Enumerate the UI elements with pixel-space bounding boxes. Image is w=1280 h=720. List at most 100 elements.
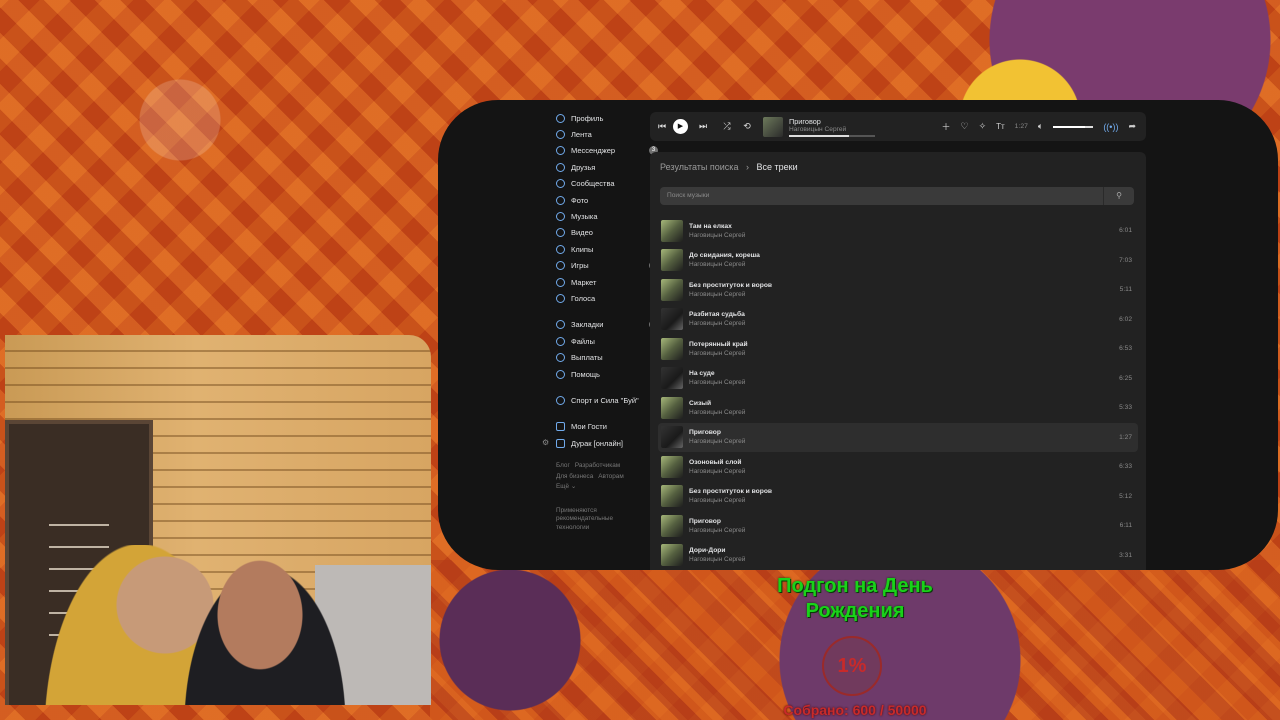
profile-icon: [556, 113, 565, 123]
add-icon[interactable]: ＋: [941, 120, 950, 133]
track-cover[interactable]: [661, 485, 683, 508]
track-cover[interactable]: [661, 544, 683, 567]
shuffle-icon[interactable]: ⤮: [719, 121, 735, 132]
sidebar-item-community[interactable]: Спорт и Сила "Буй": [556, 392, 646, 408]
track-artist[interactable]: Наговицын Сергей: [689, 291, 772, 298]
track-row[interactable]: Дори-Дори Наговицын Сергей 3:31: [658, 541, 1138, 571]
repeat-icon[interactable]: ⟲: [739, 121, 755, 132]
sidebar-item-friends[interactable]: Друзья: [556, 159, 646, 175]
search-icon[interactable]: ⚲: [1103, 187, 1134, 205]
footer-link[interactable]: Для бизнеса: [556, 473, 593, 480]
sidebar-item-video[interactable]: Видео: [556, 225, 646, 241]
track-cover[interactable]: [661, 219, 683, 242]
track-cover[interactable]: [661, 455, 683, 478]
lyrics-icon[interactable]: Tт: [996, 122, 1005, 131]
sidebar-item-games[interactable]: Игры2: [556, 258, 658, 274]
track-row[interactable]: До свидания, кореша Наговицын Сергей 7:03: [658, 246, 1138, 276]
track-artist[interactable]: Наговицын Сергей: [689, 261, 760, 268]
track-artist[interactable]: Наговицын Сергей: [689, 556, 745, 563]
gear-icon[interactable]: ⚙: [542, 438, 549, 447]
search-placeholder: Поиск музыки: [667, 192, 710, 199]
play-button[interactable]: ▶: [673, 119, 688, 134]
track-artist[interactable]: Наговицын Сергей: [689, 379, 745, 386]
dislike-icon[interactable]: ♡: [960, 121, 968, 132]
sidebar-item-communities[interactable]: Сообщества: [556, 176, 646, 192]
track-row[interactable]: Разбитая судьба Наговицын Сергей 6:02: [658, 305, 1138, 335]
nav-gap: [556, 409, 646, 419]
track-row[interactable]: Потерянный край Наговицын Сергей 6:53: [658, 334, 1138, 364]
track-title: Потерянный край: [689, 340, 748, 348]
volume-icon[interactable]: 🔈︎: [1038, 121, 1043, 132]
track-title: Разбитая судьба: [689, 311, 745, 319]
sidebar-item-guests[interactable]: Мои Гости: [556, 419, 646, 435]
track-cover[interactable]: [661, 308, 683, 331]
footer-link[interactable]: Разработчикам: [575, 462, 620, 469]
track-cover[interactable]: [661, 426, 683, 449]
broadcast-icon[interactable]: ((•)): [1103, 122, 1118, 132]
track-artist[interactable]: Наговицын Сергей: [689, 350, 748, 357]
recommend-icon[interactable]: ✧: [979, 121, 987, 132]
track-row[interactable]: Там на елках Наговицын Сергей 6:01: [658, 216, 1138, 246]
sidebar-item-game[interactable]: ⚙ Дурак [онлайн]: [542, 435, 646, 451]
track-artist[interactable]: Наговицын Сергей: [689, 438, 745, 445]
track-title: Там на елках: [689, 222, 732, 230]
footer-link[interactable]: Авторам: [598, 473, 623, 480]
sidebar-item-label: Файлы: [571, 336, 595, 346]
sidebar-item-label: Видео: [571, 228, 593, 238]
sidebar-item-messenger[interactable]: Мессенджер 3: [556, 143, 658, 159]
track-row[interactable]: Приговор Наговицын Сергей 6:11: [658, 511, 1138, 541]
track-row[interactable]: Сизый Наговицын Сергей 5:33: [658, 393, 1138, 423]
track-cover[interactable]: [661, 367, 683, 390]
track-cover[interactable]: [661, 337, 683, 360]
track-artist[interactable]: Наговицын Сергей: [689, 232, 745, 239]
track-artist[interactable]: Наговицын Сергей: [689, 409, 745, 416]
breadcrumb-parent[interactable]: Результаты поиска: [660, 162, 738, 172]
sidebar-item-market[interactable]: Маркет: [556, 274, 646, 290]
sidebar-item-payouts[interactable]: Выплаты: [556, 349, 646, 365]
track-row[interactable]: Озоновый слой Наговицын Сергей 6:33: [658, 452, 1138, 482]
sidebar-item-music[interactable]: Музыка: [556, 208, 646, 224]
track-duration: 5:11: [1119, 286, 1132, 294]
volume-slider[interactable]: [1053, 125, 1094, 128]
sidebar-item-clips[interactable]: Клипы: [556, 241, 646, 257]
track-row[interactable]: Без проституток и воров Наговицын Сергей 5…: [658, 482, 1138, 512]
track-artist[interactable]: Наговицын Сергей: [689, 468, 745, 475]
track-cover[interactable]: [661, 278, 683, 301]
share-icon[interactable]: ➦: [1128, 121, 1136, 132]
sidebar-item-label: Фото: [571, 195, 589, 205]
player-actions: ＋ ♡ ✧ Tт 1:27 🔈︎ ((•)) ➦: [941, 120, 1146, 133]
sidebar-item-feed[interactable]: Лента: [556, 126, 646, 142]
friends-icon: [556, 162, 565, 172]
track-row[interactable]: Без проституток и воров Наговицын Сергей 5…: [658, 275, 1138, 305]
track-row[interactable]: Приговор Наговицын Сергей 1:27: [658, 422, 1138, 452]
sidebar-item-profile[interactable]: Профиль: [556, 110, 646, 126]
sidebar-item-files[interactable]: Файлы: [556, 333, 646, 349]
now-playing-artist[interactable]: Наговицын Сергей: [789, 126, 889, 133]
sidebar-item-votes[interactable]: Голоса: [556, 290, 646, 306]
track-artist[interactable]: Наговицын Сергей: [689, 497, 772, 504]
votes-icon: [556, 293, 565, 303]
sidebar-item-bookmarks[interactable]: Закладки3: [556, 317, 658, 333]
track-row[interactable]: На суде Наговицын Сергей 6:25: [658, 364, 1138, 394]
music-search-input[interactable]: Поиск музыки ⚲: [660, 187, 1134, 205]
track-cover[interactable]: [661, 514, 683, 537]
door-stripe: [49, 524, 109, 526]
sidebar-item-label: Дурак [онлайн]: [571, 438, 623, 448]
sidebar-item-label: Закладки: [571, 320, 604, 330]
track-cover[interactable]: [661, 396, 683, 419]
next-icon[interactable]: ⏭: [695, 121, 711, 132]
community-icon: [556, 395, 565, 405]
track-artist[interactable]: Наговицын Сергей: [689, 320, 745, 327]
track-cover[interactable]: [661, 249, 683, 272]
track-title: До свидания, кореша: [689, 252, 760, 260]
sidebar-item-help[interactable]: Помощь: [556, 366, 646, 382]
previous-icon[interactable]: ⏮: [654, 121, 670, 132]
footer-link-more[interactable]: Ещё ⌄: [556, 483, 576, 490]
breadcrumb-separator: ›: [745, 162, 749, 172]
webcam-feed: [5, 335, 431, 705]
sidebar-item-photo[interactable]: Фото: [556, 192, 646, 208]
track-artist[interactable]: Наговицын Сергей: [689, 527, 745, 534]
footer-link[interactable]: Блог: [556, 462, 570, 469]
sidebar-item-label: Игры: [571, 261, 589, 271]
progress-bar[interactable]: [789, 134, 875, 137]
